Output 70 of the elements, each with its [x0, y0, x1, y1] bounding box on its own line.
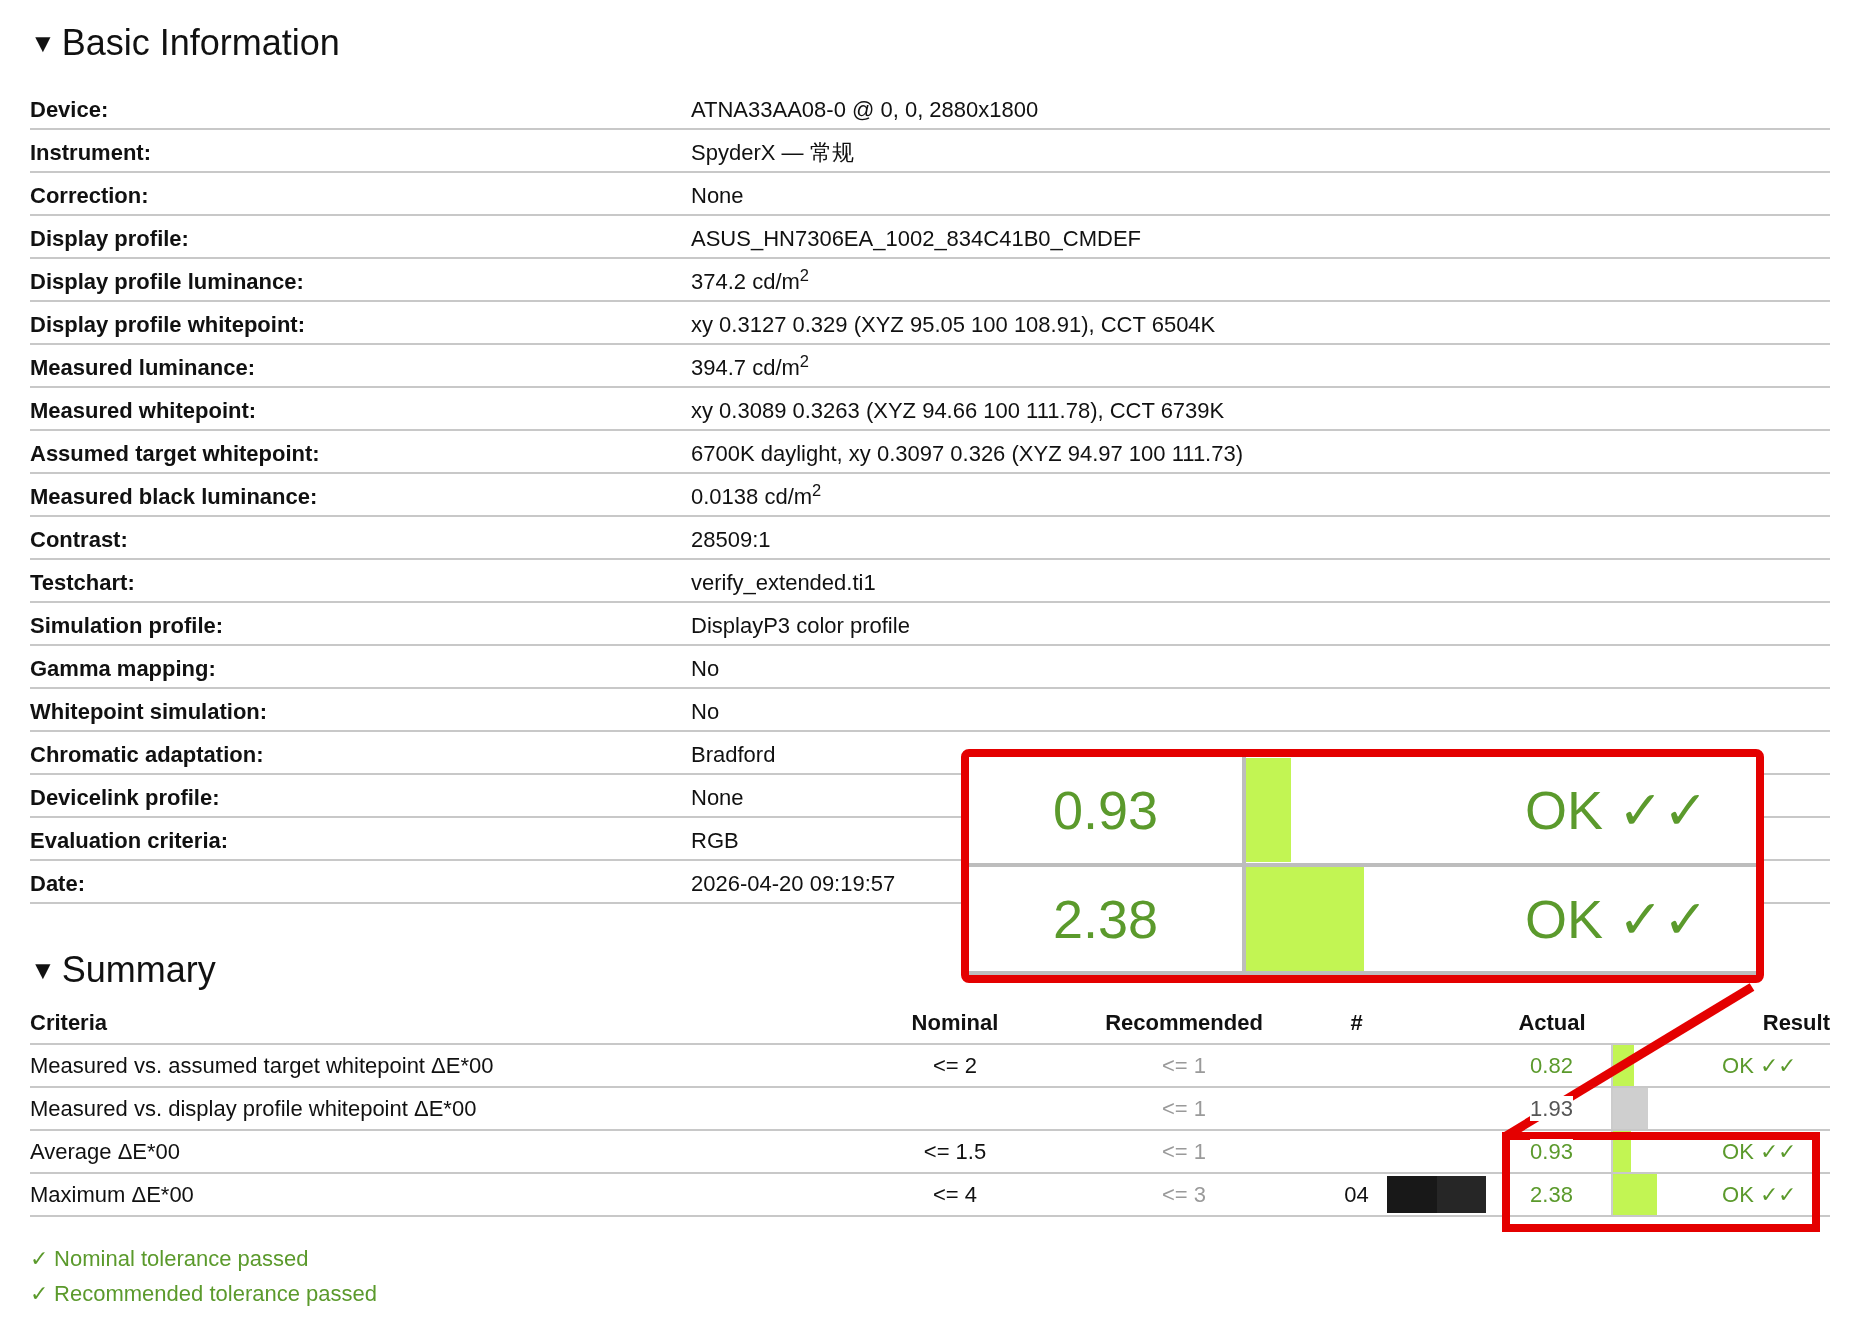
field-value: 0.0138 cd/m$^{2}$	[691, 484, 822, 509]
table-cell: <= 2	[880, 1044, 1030, 1087]
table-cell: Measured vs. display profile whitepoint ΔE*00	[30, 1087, 880, 1130]
field-label: Assumed target whitepoint:	[30, 430, 691, 473]
field-value: 28509:1	[691, 527, 771, 552]
field-label: Contrast:	[30, 516, 691, 559]
field-value: SpyderX — 常规	[691, 140, 854, 165]
field-label: Device:	[30, 86, 691, 129]
field-label: Whitepoint simulation:	[30, 688, 691, 731]
field-label: Display profile whitepoint:	[30, 301, 691, 344]
field-value: 2026-04-20 09:19:57	[691, 871, 896, 896]
field-label: Instrument:	[30, 129, 691, 172]
column-header: #	[1338, 1002, 1375, 1044]
column-header: Actual	[1492, 1002, 1612, 1044]
field-value: None	[691, 785, 744, 810]
field-value: 374.2 cd/m$^{2}$	[691, 269, 810, 294]
table-cell: OK ✓✓	[1690, 1173, 1830, 1216]
field-label: Testchart:	[30, 559, 691, 602]
field-value: RGB	[691, 828, 739, 853]
column-header: Result	[1690, 1002, 1830, 1044]
field-value: None	[691, 183, 744, 208]
field-value: Bradford	[691, 742, 776, 767]
table-cell: <= 1.5	[880, 1130, 1030, 1173]
column-header: Criteria	[30, 1002, 880, 1044]
field-label: Correction:	[30, 172, 691, 215]
field-value: DisplayP3 color profile	[691, 613, 910, 638]
section-heading: Basic Information	[61, 21, 340, 65]
table-cell: <= 1	[1030, 1044, 1338, 1087]
field-value: 394.7 cd/m$^{2}$	[691, 355, 810, 380]
field-value: No	[691, 656, 720, 681]
field-label: Measured black luminance:	[30, 473, 691, 516]
field-value: xy 0.3089 0.3263 (XYZ 94.66 100 111.78), CCT 6739K	[691, 398, 1225, 423]
field-label: Gamma mapping:	[30, 645, 691, 688]
magnified-result: OK ✓✓	[1524, 888, 1708, 949]
field-value: No	[691, 699, 720, 724]
table-cell: <= 4	[880, 1173, 1030, 1216]
field-label: Devicelink profile:	[30, 774, 691, 817]
table-cell: <= 3	[1030, 1173, 1338, 1216]
field-value: xy 0.3127 0.329 (XYZ 95.05 100 108.91), CCT 6504K	[691, 312, 1216, 337]
field-label: Measured luminance:	[30, 344, 691, 387]
field-label: Simulation profile:	[30, 602, 691, 645]
section-heading: Summary	[61, 948, 216, 992]
table-cell: Average ΔE*00	[30, 1130, 880, 1173]
field-label: Display profile:	[30, 215, 691, 258]
magnified-value: 2.38	[1052, 888, 1159, 949]
table-cell: OK ✓✓	[1690, 1044, 1830, 1087]
field-label: Display profile luminance:	[30, 258, 691, 301]
table-cell: Measured vs. assumed target whitepoint ΔE*00	[30, 1044, 880, 1087]
field-label: Measured whitepoint:	[30, 387, 691, 430]
field-value: 6700K daylight, xy 0.3097 0.326 (XYZ 94.97 100 111.73)	[691, 441, 1244, 466]
collapse-toggle[interactable]: ▼	[30, 23, 56, 63]
table-cell: Maximum ΔE*00	[30, 1173, 880, 1216]
magnified-value: 0.93	[1052, 779, 1159, 840]
table-cell: 1.93	[1530, 1096, 1573, 1121]
status-message: ✓ Recommended tolerance passed	[30, 1280, 378, 1308]
table-cell: <= 1	[1030, 1087, 1338, 1130]
magnified-result: OK ✓✓	[1524, 779, 1708, 840]
field-label: Chromatic adaptation:	[30, 731, 691, 774]
field-value: ATNA33AA08-0 @ 0, 0, 2880x1800	[691, 96, 1039, 122]
field-label: Evaluation criteria:	[30, 817, 691, 860]
field-value: verify_extended.ti1	[691, 570, 876, 595]
table-cell: 04	[1338, 1173, 1375, 1216]
status-message: ✓ Nominal tolerance passed	[30, 1245, 310, 1273]
column-header: Recommended	[1030, 1002, 1338, 1044]
table-cell: <= 1	[1030, 1130, 1338, 1173]
column-header: Nominal	[880, 1002, 1030, 1044]
table-cell: OK ✓✓	[1690, 1130, 1830, 1173]
field-label: Date:	[30, 860, 691, 903]
collapse-toggle[interactable]: ▼	[30, 950, 56, 990]
field-value: ASUS_HN7306EA_1002_834C41B0_CMDEF	[691, 226, 1142, 251]
